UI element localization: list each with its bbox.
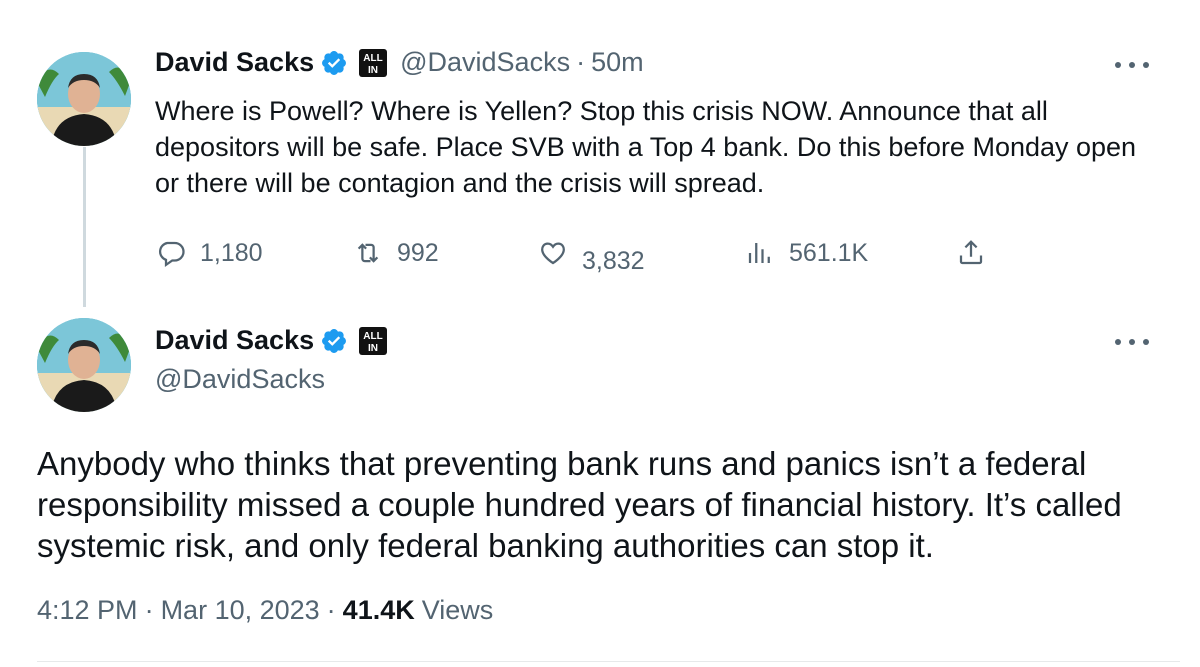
tweet2-handle-row: @DavidSacks <box>155 364 325 395</box>
verified-icon <box>320 327 348 355</box>
avatar[interactable] <box>37 52 131 146</box>
tweet-time[interactable]: 50m <box>591 47 644 78</box>
all-in-badge-icon: ALL IN <box>358 48 388 78</box>
retweet-count: 992 <box>397 238 439 267</box>
more-icon[interactable] <box>1115 332 1149 352</box>
share-icon <box>959 240 983 265</box>
all-in-badge-icon: ALL IN <box>358 326 388 356</box>
verified-icon <box>320 49 348 77</box>
tweet-text: Where is Powell? Where is Yellen? Stop t… <box>155 96 1137 198</box>
retweet-icon <box>357 243 379 263</box>
reply-count: 1,180 <box>200 238 263 267</box>
author-handle[interactable]: @DavidSacks <box>155 364 325 395</box>
tweet1-header: David Sacks ALL IN @DavidSacks · 50m <box>155 47 644 78</box>
like-icon <box>541 242 565 265</box>
divider <box>37 661 1180 662</box>
separator: · <box>326 595 336 625</box>
retweet-button[interactable]: 992 <box>353 238 439 268</box>
separator: · <box>576 47 586 77</box>
svg-text:ALL: ALL <box>363 53 382 64</box>
tweet-date[interactable]: Mar 10, 2023 <box>161 595 320 626</box>
author-handle[interactable]: @DavidSacks <box>400 47 570 78</box>
avatar[interactable] <box>37 318 131 412</box>
reply-icon <box>159 241 185 268</box>
views-button[interactable]: 561.1K <box>745 238 868 268</box>
svg-text:ALL: ALL <box>363 331 382 342</box>
tweet-meta: 4:12 PM · Mar 10, 2023 · 41.4K Views <box>37 595 493 626</box>
views-count: 41.4K <box>342 595 415 625</box>
like-count: 3,832 <box>582 246 645 275</box>
svg-text:IN: IN <box>368 343 378 354</box>
thread-line <box>83 147 86 307</box>
separator: · <box>144 595 154 625</box>
views-label: Views <box>421 595 494 625</box>
author-name[interactable]: David Sacks <box>155 47 314 78</box>
svg-text:IN: IN <box>368 65 378 76</box>
author-name[interactable]: David Sacks <box>155 325 314 356</box>
share-button[interactable] <box>956 238 1000 268</box>
tweet-time[interactable]: 4:12 PM <box>37 595 138 626</box>
views-count: 561.1K <box>789 238 869 267</box>
tweet2-header: David Sacks ALL IN <box>155 325 388 356</box>
tweet-text: Anybody who thinks that preventing bank … <box>37 445 1122 564</box>
like-button[interactable]: 3,832 <box>538 238 645 275</box>
views-icon <box>748 243 770 263</box>
reply-button[interactable]: 1,180 <box>156 238 263 268</box>
more-icon[interactable] <box>1115 55 1149 75</box>
